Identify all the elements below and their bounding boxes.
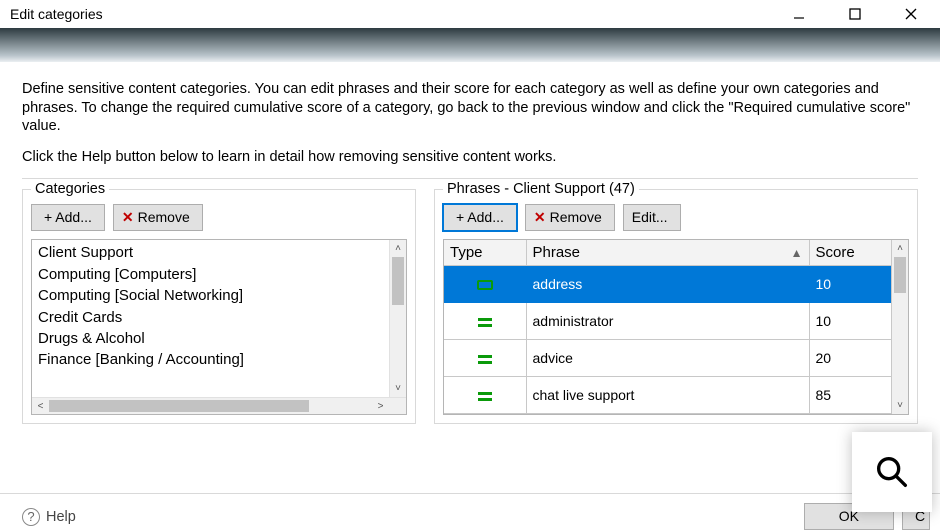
- cell-score: 20: [809, 340, 891, 377]
- x-icon: ✕: [122, 210, 134, 224]
- categories-list-items: Client Support Computing [Computers] Com…: [32, 240, 389, 397]
- maximize-button[interactable]: [842, 1, 868, 27]
- help-link[interactable]: ? Help: [22, 508, 76, 526]
- titlebar: Edit categories: [0, 0, 940, 28]
- scroll-track[interactable]: [49, 398, 372, 414]
- divider: [22, 178, 918, 179]
- cell-score: 85: [809, 377, 891, 414]
- magnifier-overlay: [852, 432, 932, 512]
- cell-phrase: advice: [526, 340, 809, 377]
- list-item[interactable]: Computing [Social Networking]: [38, 285, 389, 306]
- cell-type: [444, 340, 526, 377]
- cell-phrase: chat live support: [526, 377, 809, 414]
- cell-score: 10: [809, 303, 891, 340]
- phrases-grid: Type Phrase ▲ Score address 10: [444, 240, 891, 414]
- table-row[interactable]: advice 20: [444, 340, 891, 377]
- categories-legend: Categories: [31, 181, 109, 197]
- list-item[interactable]: Credit Cards: [38, 307, 389, 328]
- cell-phrase: administrator: [526, 303, 809, 340]
- list-item[interactable]: Finance [Banking / Accounting]: [38, 349, 389, 370]
- column-score[interactable]: Score: [809, 240, 891, 266]
- scroll-thumb[interactable]: [392, 257, 404, 305]
- categories-listbox[interactable]: Client Support Computing [Computers] Com…: [31, 239, 407, 415]
- list-item[interactable]: Client Support: [38, 242, 389, 263]
- categories-add-button[interactable]: + Add...: [31, 204, 105, 231]
- scroll-left-icon[interactable]: <: [32, 398, 49, 414]
- scroll-track[interactable]: [390, 257, 406, 380]
- categories-remove-label: Remove: [138, 209, 190, 225]
- x-icon: ✕: [534, 210, 546, 224]
- phrase-type-icon: [478, 392, 492, 401]
- cell-type: [444, 303, 526, 340]
- scroll-up-icon[interactable]: ˄: [892, 240, 908, 257]
- table-row[interactable]: administrator 10: [444, 303, 891, 340]
- content-area: Define sensitive content categories. You…: [0, 62, 940, 424]
- scroll-up-icon[interactable]: ˄: [390, 240, 406, 257]
- close-button[interactable]: [898, 1, 924, 27]
- list-item[interactable]: Computing [Computers]: [38, 264, 389, 285]
- minimize-button[interactable]: [786, 1, 812, 27]
- description-text: Define sensitive content categories. You…: [22, 80, 918, 166]
- search-icon: [872, 452, 912, 492]
- cell-score: 10: [809, 266, 891, 303]
- cell-phrase: address: [526, 266, 809, 303]
- window-title: Edit categories: [6, 6, 103, 22]
- categories-vertical-scrollbar[interactable]: ˄ ˅: [389, 240, 406, 397]
- scroll-down-icon[interactable]: ˅: [892, 397, 908, 414]
- table-row[interactable]: chat live support 85: [444, 377, 891, 414]
- categories-horizontal-scrollbar[interactable]: < >: [32, 397, 406, 414]
- scroll-down-icon[interactable]: ˅: [390, 380, 406, 397]
- phrases-table[interactable]: Type Phrase ▲ Score address 10: [443, 239, 909, 415]
- phrases-vertical-scrollbar[interactable]: ˄ ˅: [891, 240, 908, 414]
- window-controls: [786, 1, 934, 27]
- column-phrase-label: Phrase: [533, 244, 581, 261]
- header-band: [0, 28, 940, 62]
- footer: ? Help OK C: [0, 493, 940, 530]
- categories-remove-button[interactable]: ✕ Remove: [113, 204, 203, 231]
- phrases-remove-label: Remove: [550, 209, 602, 225]
- categories-groupbox: Categories + Add... ✕ Remove Client Supp…: [22, 189, 416, 424]
- phrases-legend: Phrases - Client Support (47): [443, 181, 639, 197]
- scroll-right-icon[interactable]: >: [372, 398, 389, 414]
- table-row[interactable]: address 10: [444, 266, 891, 303]
- categories-toolbar: + Add... ✕ Remove: [31, 204, 407, 231]
- cell-type: [444, 266, 526, 303]
- scroll-thumb[interactable]: [894, 257, 906, 293]
- help-label: Help: [46, 509, 76, 525]
- phrases-toolbar: + Add... ✕ Remove Edit...: [443, 204, 909, 231]
- sort-ascending-icon: ▲: [791, 246, 803, 260]
- scroll-corner: [389, 398, 406, 414]
- phrases-add-button[interactable]: + Add...: [443, 204, 517, 231]
- categories-list-scroll: Client Support Computing [Computers] Com…: [32, 240, 406, 397]
- phrases-edit-label: Edit...: [632, 209, 668, 225]
- column-type[interactable]: Type: [444, 240, 526, 266]
- phrases-remove-button[interactable]: ✕ Remove: [525, 204, 615, 231]
- description-p2: Click the Help button below to learn in …: [22, 148, 918, 167]
- help-icon: ?: [22, 508, 40, 526]
- panels: Categories + Add... ✕ Remove Client Supp…: [22, 189, 918, 424]
- list-item[interactable]: Drugs & Alcohol: [38, 328, 389, 349]
- phrases-add-label: + Add...: [456, 209, 504, 225]
- column-phrase[interactable]: Phrase ▲: [526, 240, 809, 266]
- phrase-type-icon: [478, 318, 492, 327]
- phrase-type-icon: [478, 355, 492, 364]
- scroll-thumb[interactable]: [49, 400, 309, 412]
- table-header-row: Type Phrase ▲ Score: [444, 240, 891, 266]
- scroll-track[interactable]: [892, 257, 908, 397]
- phrases-edit-button[interactable]: Edit...: [623, 204, 681, 231]
- phrases-groupbox: Phrases - Client Support (47) + Add... ✕…: [434, 189, 918, 424]
- cell-type: [444, 377, 526, 414]
- phrase-type-icon: [477, 280, 493, 290]
- description-p1: Define sensitive content categories. You…: [22, 80, 918, 136]
- categories-add-label: + Add...: [44, 209, 92, 225]
